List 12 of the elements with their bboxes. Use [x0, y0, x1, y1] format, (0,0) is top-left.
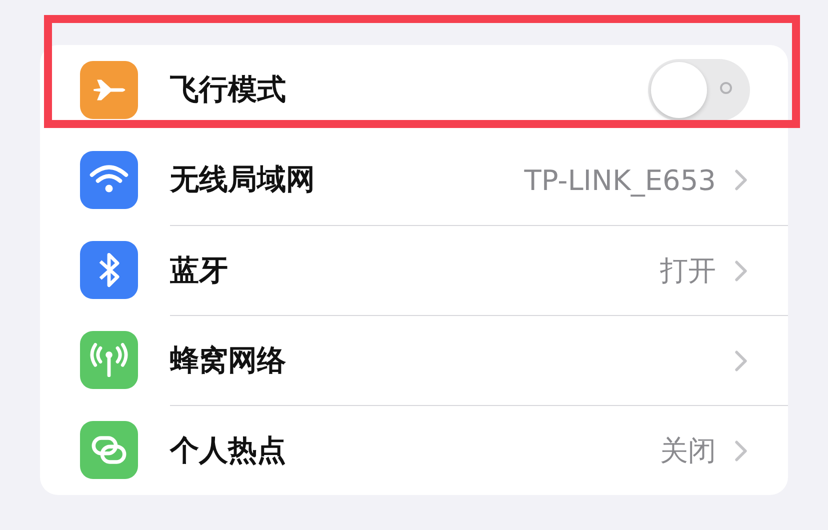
setting-label: 飞行模式 [170, 71, 287, 108]
setting-value: 打开 [660, 252, 716, 288]
setting-label: 个人热点 [170, 432, 287, 468]
chevron-icon [734, 440, 748, 462]
chevron-icon [734, 169, 748, 191]
setting-label: 蓝牙 [170, 252, 229, 288]
setting-label: 蜂窝网络 [170, 342, 287, 378]
setting-value: 关闭 [660, 432, 716, 468]
chevron-icon [734, 350, 748, 372]
setting-label: 无线局域网 [170, 161, 316, 198]
setting-value: TP-LINK_E653 [524, 164, 716, 196]
chevron-icon [734, 260, 748, 282]
